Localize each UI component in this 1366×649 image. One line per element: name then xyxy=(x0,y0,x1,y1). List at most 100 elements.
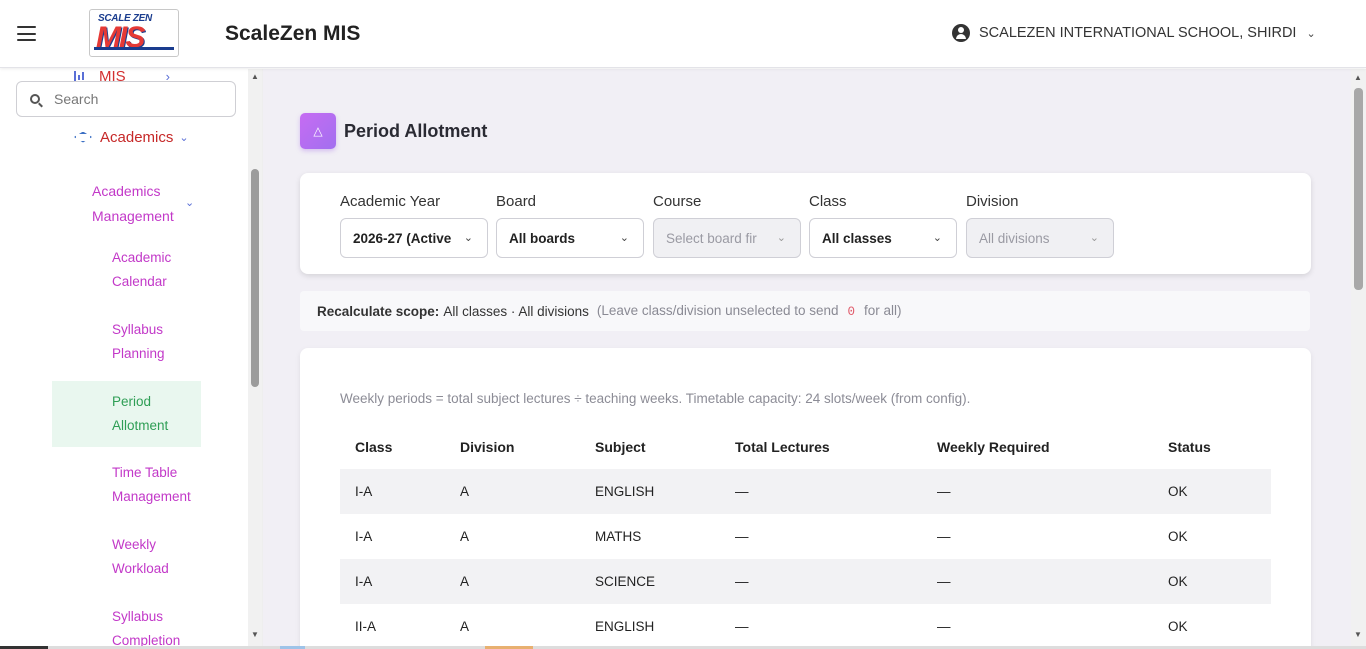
table-header-row: Class Division Subject Total Lectures We… xyxy=(340,424,1271,469)
course-filter: Course Select board fir ⌄ xyxy=(653,193,801,258)
academic-year-label: Academic Year xyxy=(340,193,441,210)
scroll-down-icon[interactable]: ▼ xyxy=(251,630,259,639)
scope-hint-code: 0 xyxy=(847,305,856,319)
academic-year-select[interactable]: 2026-27 (Active ⌄ xyxy=(340,218,488,258)
sidebar-item-label: Management xyxy=(112,488,191,504)
scroll-up-icon[interactable]: ▲ xyxy=(1354,73,1362,82)
table-cell: A xyxy=(460,619,470,634)
sidebar-item-label: Planning xyxy=(112,345,165,361)
sidebar-item-academic-calendar[interactable]: Academic Calendar xyxy=(112,246,171,293)
column-header: Status xyxy=(1168,438,1211,455)
chevron-down-icon: ⌄ xyxy=(1089,232,1099,244)
scroll-up-icon[interactable]: ▲ xyxy=(251,72,259,81)
account-circle-icon xyxy=(952,24,970,42)
chevron-down-icon: ⌄ xyxy=(776,232,786,244)
sidebar-item-label: Calendar xyxy=(112,273,167,289)
course-select[interactable]: Select board fir ⌄ xyxy=(653,218,801,258)
column-header: Class xyxy=(355,438,393,455)
board-label: Board xyxy=(496,193,537,210)
table-cell: — xyxy=(937,574,951,589)
search-icon xyxy=(30,94,40,104)
table-row: I-A A ENGLISH — — OK xyxy=(340,469,1271,514)
sidebar-item-academics[interactable]: Academics ⌄ xyxy=(73,129,189,146)
sidebar-item-syllabus-planning[interactable]: Syllabus Planning xyxy=(112,318,165,365)
school-selector[interactable]: SCALEZEN INTERNATIONAL SCHOOL, SHIRDI ⌄ xyxy=(952,24,1316,42)
division-select[interactable]: All divisions ⌄ xyxy=(966,218,1114,258)
sidebar-scrollbar-thumb[interactable] xyxy=(251,169,259,387)
table-cell: SCIENCE xyxy=(595,574,656,589)
graduation-cap-icon: △ xyxy=(300,113,336,149)
main-scrollbar[interactable]: ▲ ▼ xyxy=(1351,69,1366,649)
sidebar-item-label: Workload xyxy=(112,560,169,576)
division-filter: Division All divisions ⌄ xyxy=(966,193,1114,258)
select-value: 2026-27 (Active xyxy=(353,230,452,246)
table-cell: — xyxy=(937,529,951,544)
table-cell: I-A xyxy=(355,529,373,544)
filter-card: Academic Year 2026-27 (Active ⌄ Board Al… xyxy=(300,173,1311,274)
sidebar-item-time-table-management[interactable]: Time Table Management xyxy=(112,461,191,508)
table-note: Weekly periods = total subject lectures … xyxy=(340,391,971,406)
table-cell: — xyxy=(735,619,749,634)
table-cell: A xyxy=(460,574,470,589)
sidebar-item-label: Weekly xyxy=(112,537,157,552)
app-logo[interactable]: SCALE ZEN MIS xyxy=(89,9,179,57)
scroll-down-icon[interactable]: ▼ xyxy=(1354,630,1362,639)
sidebar-item-label: Time Table xyxy=(112,465,178,480)
table-cell: MATHS xyxy=(595,529,642,544)
table-cell: I-A xyxy=(355,484,373,499)
table-cell: ENGLISH xyxy=(595,484,655,499)
board-filter: Board All boards ⌄ xyxy=(496,193,644,258)
sidebar-search[interactable] xyxy=(16,81,236,117)
table-cell: I-A xyxy=(355,574,373,589)
column-header: Subject xyxy=(595,438,646,455)
main-scrollbar-thumb[interactable] xyxy=(1354,88,1363,290)
sidebar-item-academics-management[interactable]: Academics Management ⌄ xyxy=(92,179,194,229)
table-cell: OK xyxy=(1168,619,1188,634)
school-name: SCALEZEN INTERNATIONAL SCHOOL, SHIRDI xyxy=(979,25,1297,41)
table-row: I-A A SCIENCE — — OK xyxy=(340,559,1271,604)
select-value: All classes xyxy=(822,230,892,246)
sidebar-scrollbar[interactable]: ▲ ▼ xyxy=(248,69,262,649)
app-title: ScaleZen MIS xyxy=(225,22,361,45)
scope-label: Recalculate scope: xyxy=(317,303,440,319)
chevron-down-icon: ⌄ xyxy=(932,232,942,244)
table-cell: ENGLISH xyxy=(595,619,655,634)
sidebar-item-period-allotment[interactable]: Period Allotment xyxy=(112,390,168,437)
select-value: All boards xyxy=(509,230,576,246)
table-cell: OK xyxy=(1168,574,1188,589)
division-label: Division xyxy=(966,193,1019,210)
sidebar-item-weekly-workload[interactable]: Weekly Workload xyxy=(112,533,169,580)
sidebar-item-label: Syllabus xyxy=(112,609,164,624)
sidebar: MIS › Academics ⌄ Academics Management ⌄… xyxy=(0,69,263,649)
select-value: Select board fir xyxy=(666,230,757,246)
select-value: All divisions xyxy=(979,230,1050,246)
sidebar-item-label: Academics xyxy=(92,183,161,199)
menu-icon[interactable] xyxy=(17,26,36,41)
academic-year-filter: Academic Year 2026-27 (Active ⌄ xyxy=(340,193,488,258)
class-select[interactable]: All classes ⌄ xyxy=(809,218,957,258)
main-content: △ Period Allotment Academic Year 2026-27… xyxy=(263,69,1351,649)
class-label: Class xyxy=(809,193,847,210)
logo-bar xyxy=(94,47,174,50)
graduation-cap-icon xyxy=(73,132,90,144)
sidebar-item-syllabus-completion[interactable]: Syllabus Completion xyxy=(112,605,180,649)
class-filter: Class All classes ⌄ xyxy=(809,193,957,258)
column-header: Weekly Required xyxy=(937,438,1050,455)
search-input[interactable] xyxy=(54,91,224,107)
table-cell: OK xyxy=(1168,529,1188,544)
chevron-down-icon: ⌄ xyxy=(185,197,195,209)
sidebar-item-label: Management xyxy=(92,208,174,224)
chevron-down-icon: ⌄ xyxy=(179,132,189,144)
sidebar-item-label: Allotment xyxy=(112,417,169,433)
sidebar-item-label: Academics xyxy=(100,129,174,146)
chevron-down-icon: ⌄ xyxy=(1306,27,1316,40)
scope-value: All classes · All divisions xyxy=(443,303,589,319)
chevron-down-icon: ⌄ xyxy=(619,232,629,244)
table-cell: II-A xyxy=(355,619,377,634)
board-select[interactable]: All boards ⌄ xyxy=(496,218,644,258)
scope-hint-text: for all) xyxy=(864,303,902,318)
column-header: Division xyxy=(460,438,515,455)
allotment-table-card: Weekly periods = total subject lectures … xyxy=(300,348,1311,649)
table-cell: OK xyxy=(1168,484,1188,499)
scope-hint: (Leave class/division unselected to send… xyxy=(597,303,902,319)
